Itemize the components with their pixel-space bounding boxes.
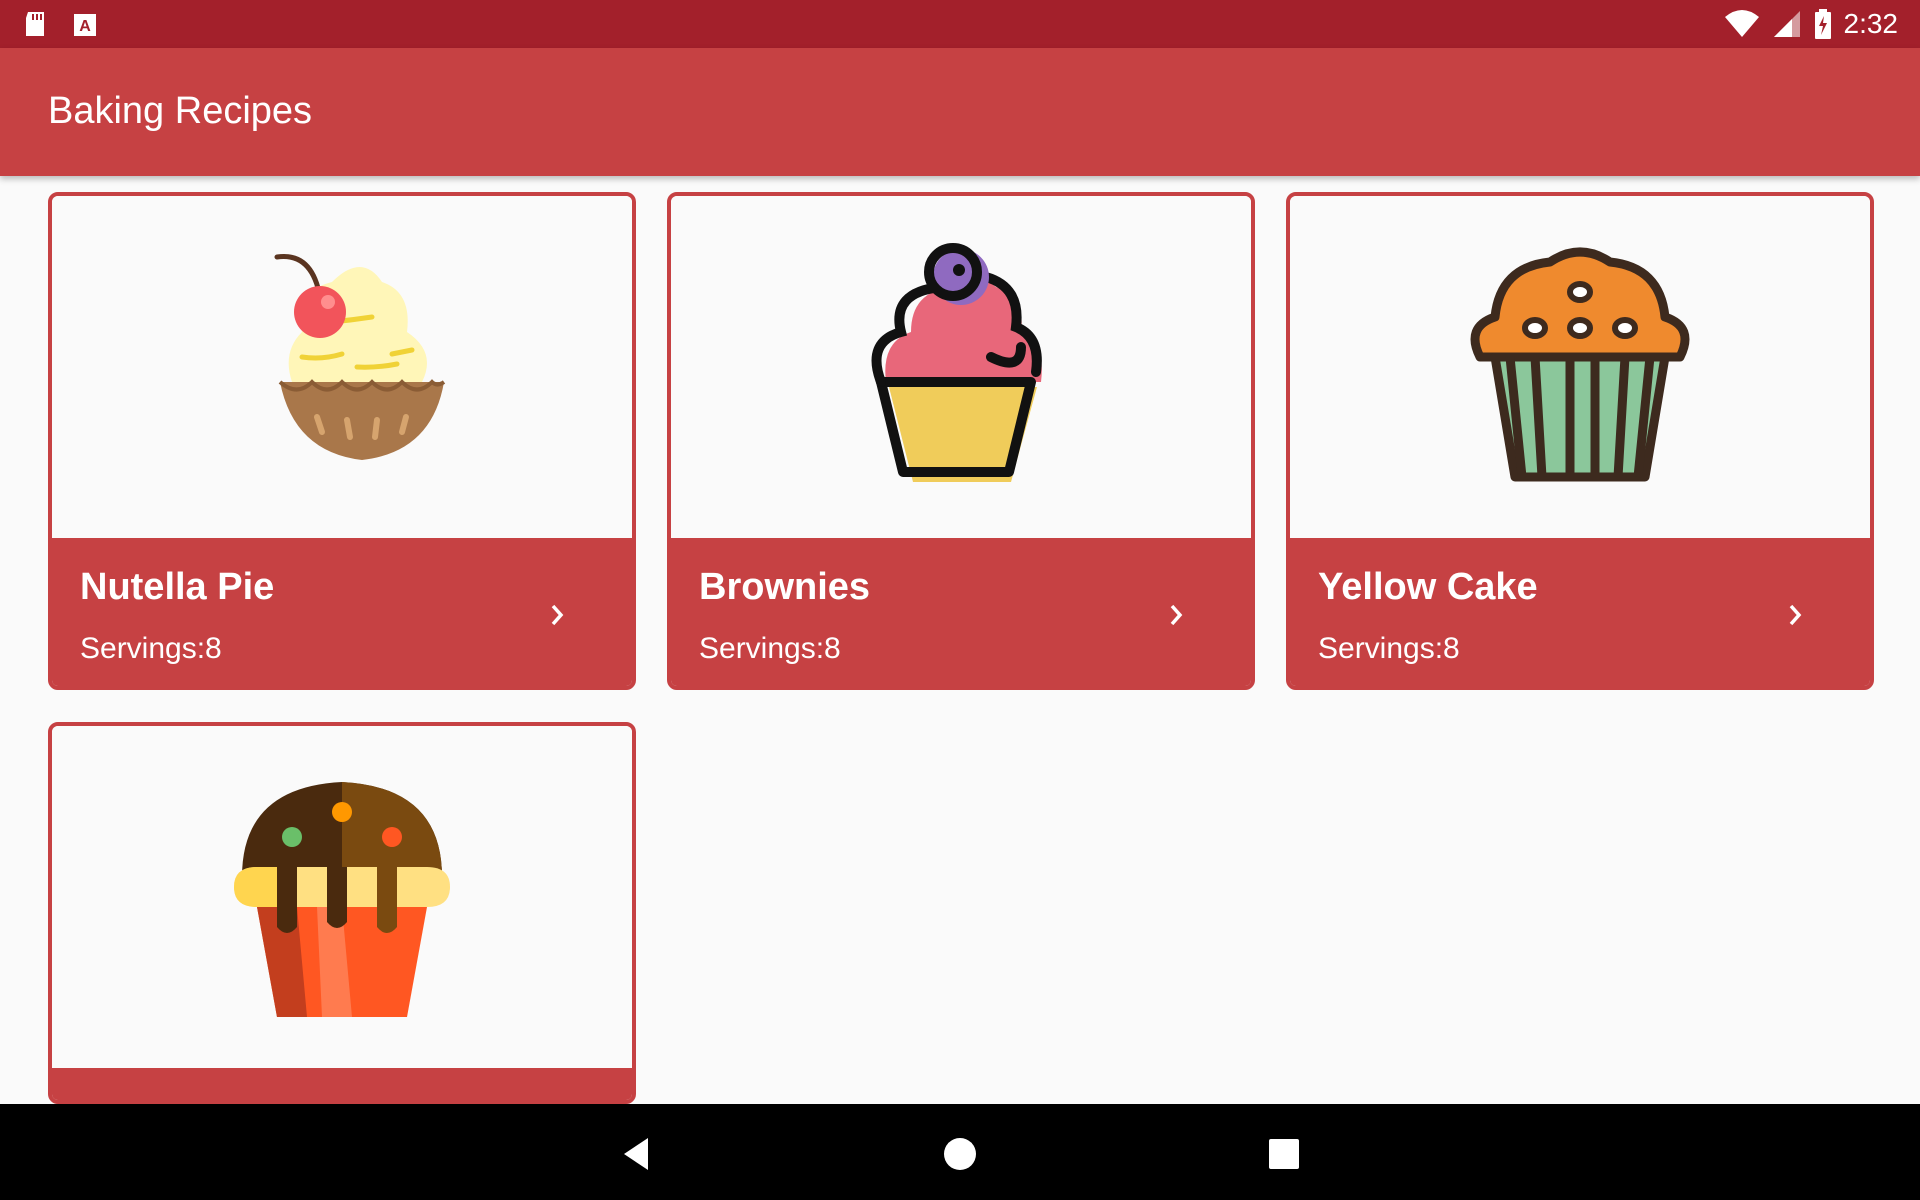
status-right-icons: 2:32 (1724, 6, 1899, 42)
navigation-bar (0, 1104, 1920, 1200)
muffin-icon (1470, 247, 1690, 482)
recipe-name: Yellow Cake (1318, 566, 1538, 608)
keyboard-a-icon: A (74, 14, 96, 36)
chocolate-cupcake-icon (234, 782, 450, 1017)
chevron-right-icon[interactable] (546, 600, 570, 630)
recipe-servings: Servings:8 (699, 632, 841, 665)
recipe-card[interactable] (48, 722, 636, 1104)
status-left-icons: A (22, 10, 98, 38)
signal-icon (1773, 11, 1800, 37)
recipe-card-footer: Brownies Servings:8 (671, 538, 1251, 686)
recipe-card[interactable]: Brownies Servings:8 (667, 192, 1255, 690)
battery-charging-icon (1814, 9, 1831, 39)
recipe-servings: Servings:8 (80, 632, 222, 665)
recipe-name: Brownies (699, 566, 871, 608)
svg-text:A: A (79, 18, 91, 35)
recipe-card[interactable]: Nutella Pie Servings:8 (48, 192, 636, 690)
recipe-image (1290, 196, 1870, 538)
recipe-name: Nutella Pie (80, 566, 275, 608)
chevron-right-icon[interactable] (1165, 600, 1189, 630)
recipe-card[interactable]: Yellow Cake Servings:8 (1286, 192, 1874, 690)
sd-card-icon (26, 12, 44, 36)
recipe-image (671, 196, 1251, 538)
status-bar: A 2:32 (0, 0, 1920, 48)
page-title: Baking Recipes (48, 90, 313, 132)
back-icon[interactable] (616, 1134, 656, 1174)
recipe-servings: Servings:8 (1318, 632, 1460, 665)
chevron-right-icon[interactable] (1784, 600, 1808, 630)
blueberry-cupcake-icon (871, 243, 1042, 482)
recipe-card-footer (52, 1068, 632, 1100)
recipe-card-footer: Yellow Cake Servings:8 (1290, 538, 1870, 686)
status-time: 2:32 (1843, 8, 1899, 39)
app-bar: Baking Recipes (0, 48, 1920, 176)
home-icon[interactable] (940, 1134, 980, 1174)
wifi-icon (1724, 10, 1759, 37)
cherry-cupcake-icon (274, 254, 446, 460)
recipe-image (52, 726, 632, 1068)
recents-icon[interactable] (1264, 1134, 1304, 1174)
recipe-image (52, 196, 632, 538)
recipe-card-footer: Nutella Pie Servings:8 (52, 538, 632, 686)
recipe-grid: Nutella Pie Servings:8 Brownies Servings… (0, 176, 1920, 1104)
